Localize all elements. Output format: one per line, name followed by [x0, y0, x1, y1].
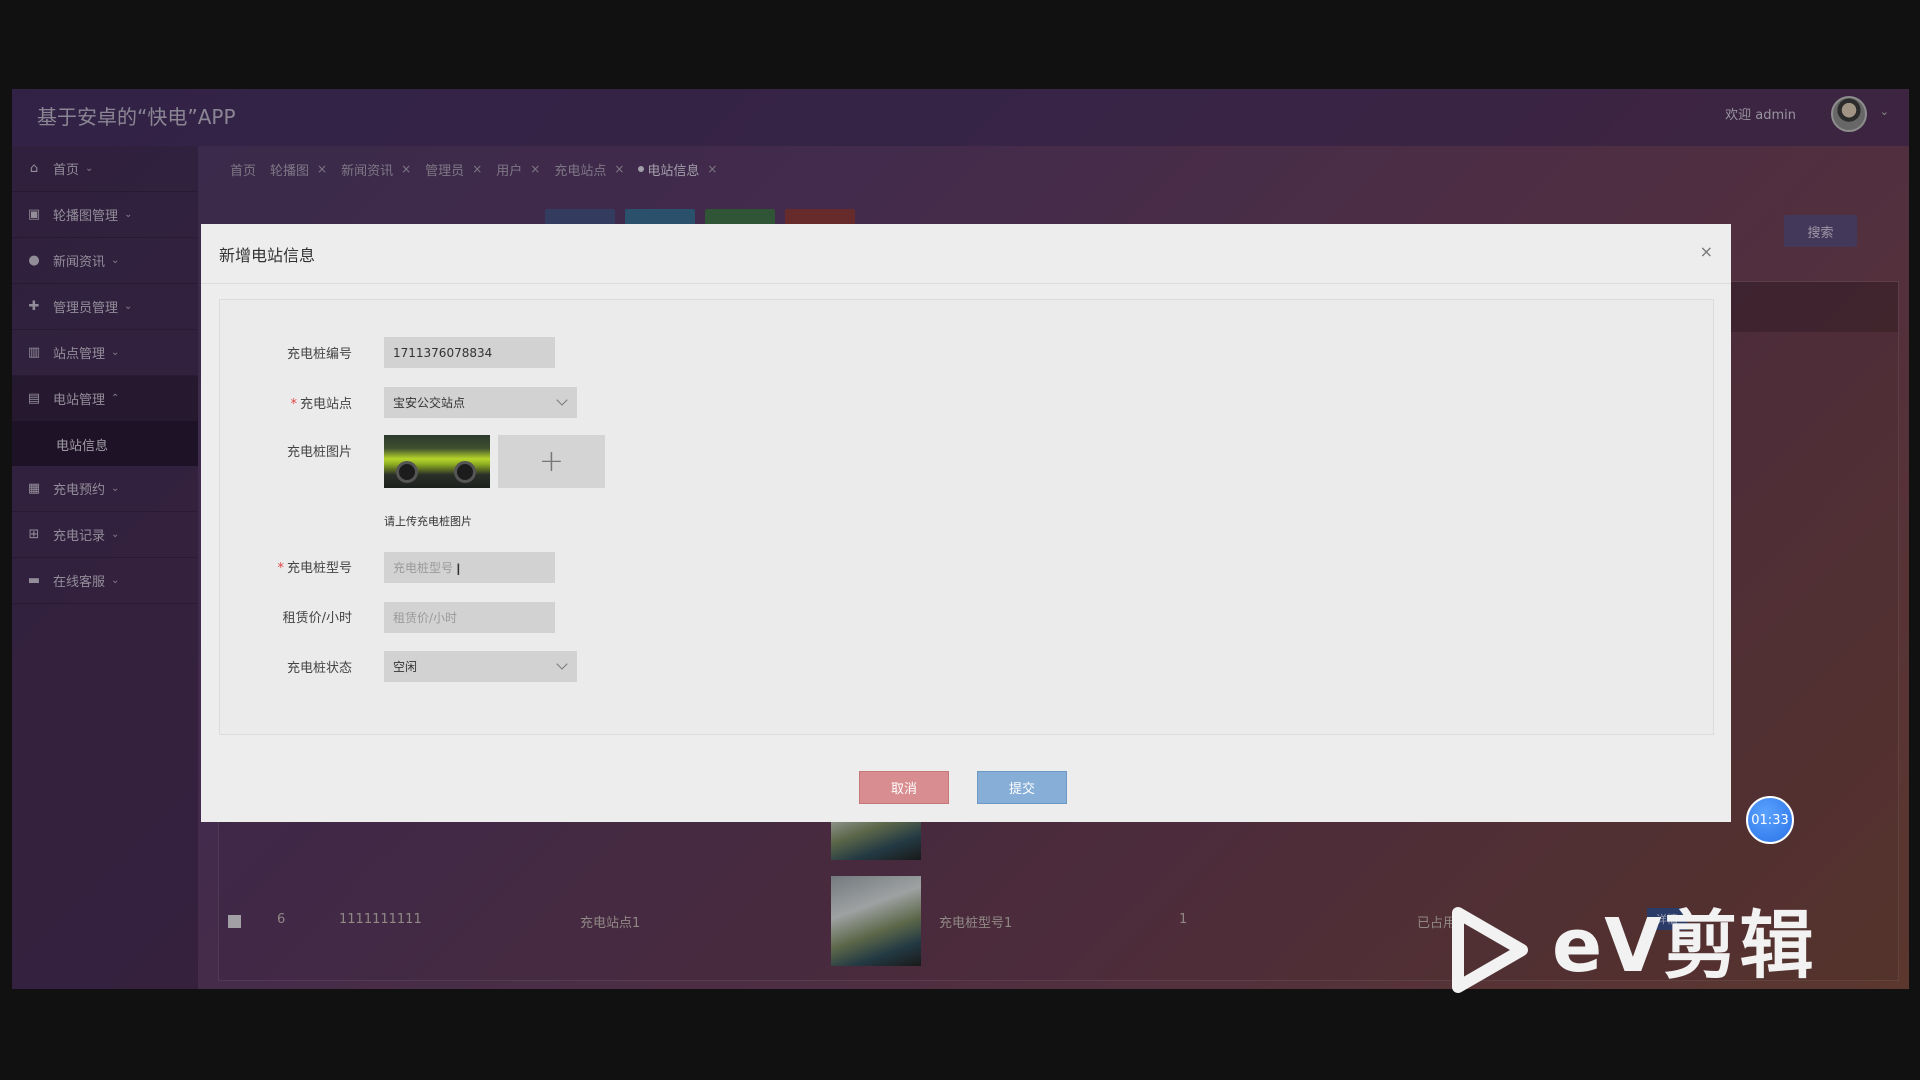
required-mark: *	[277, 561, 284, 576]
app-window: 基于安卓的“快电”APP 欢迎 admin ⌄ ⌂ 首页 ⌄ ▣ 轮播图管理 ⌄…	[12, 89, 1909, 989]
upload-plus-button[interactable]: +	[498, 435, 605, 488]
dialog-title: 新增电站信息	[219, 246, 316, 265]
divider	[201, 283, 1731, 284]
station-select-value: 宝安公交站点	[393, 396, 466, 410]
pile-image-label: 充电桩图片	[286, 445, 352, 460]
thumbnail-wheel	[454, 461, 476, 483]
required-mark: *	[290, 397, 297, 412]
submit-button[interactable]: 提交	[977, 771, 1067, 804]
pile-model-label-text: 充电桩型号	[286, 561, 352, 576]
watermark-text: eV剪辑	[1552, 903, 1816, 989]
uploaded-image-thumbnail[interactable]	[384, 435, 490, 488]
rent-price-label: 租赁价/小时	[282, 611, 352, 626]
pile-status-label: 充电桩状态	[286, 661, 352, 676]
watermark: eV剪辑	[1450, 903, 1820, 993]
plus-icon: +	[538, 444, 565, 479]
station-label: * 充电站点	[220, 393, 352, 412]
upload-hint: 请上传充电桩图片	[384, 515, 472, 528]
play-logo-icon	[1452, 907, 1528, 993]
text-cursor-icon: I	[456, 560, 461, 579]
form-panel: 充电桩编号 1711376078834 * 充电站点 宝安公交站点 充电桩图片 +…	[219, 299, 1714, 735]
rent-price-input[interactable]: 租赁价/小时	[384, 602, 555, 633]
pile-model-label: * 充电桩型号	[220, 557, 352, 576]
pile-code-label: 充电桩编号	[286, 347, 352, 362]
station-select[interactable]: 宝安公交站点	[384, 387, 577, 418]
close-icon[interactable]: ×	[1700, 242, 1713, 261]
pile-status-select[interactable]: 空闲	[384, 651, 577, 682]
pile-code-input[interactable]: 1711376078834	[384, 337, 555, 368]
add-station-dialog: 新增电站信息 × 充电桩编号 1711376078834 * 充电站点 宝安公交站…	[201, 224, 1731, 822]
chevron-down-icon	[556, 658, 568, 670]
pile-model-input[interactable]: 充电桩型号	[384, 552, 555, 583]
cancel-button[interactable]: 取消	[859, 771, 949, 804]
timer-badge[interactable]: 01:33	[1746, 796, 1794, 844]
thumbnail-wheel	[396, 461, 418, 483]
chevron-down-icon	[556, 394, 568, 406]
station-label-text: 充电站点	[299, 397, 352, 412]
pile-status-value: 空闲	[393, 660, 418, 674]
